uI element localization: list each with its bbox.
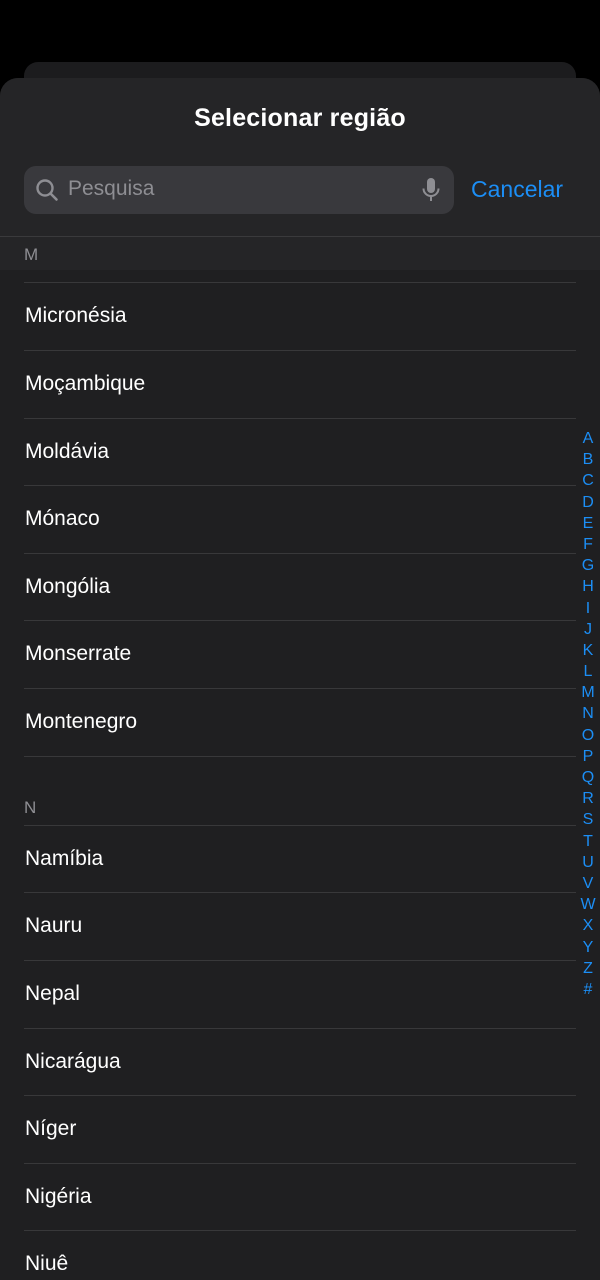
list-item-label: Niuê bbox=[25, 1252, 69, 1275]
index-letter-m[interactable]: M bbox=[576, 682, 600, 703]
search-icon bbox=[36, 179, 58, 201]
list-item-label: Nicarágua bbox=[25, 1050, 121, 1073]
index-letter-z[interactable]: Z bbox=[576, 958, 600, 979]
index-letter-hash[interactable]: # bbox=[576, 979, 600, 1000]
list-item[interactable]: Monserrate bbox=[24, 620, 576, 687]
index-letter-r[interactable]: R bbox=[576, 788, 600, 809]
index-letter-h[interactable]: H bbox=[576, 576, 600, 597]
sheet-header: Selecionar região Pesquisa Cancelar M bbox=[0, 78, 600, 270]
list-item[interactable]: Mongólia bbox=[24, 553, 576, 620]
index-letter-s[interactable]: S bbox=[576, 809, 600, 830]
index-letter-y[interactable]: Y bbox=[576, 937, 600, 958]
index-letter-w[interactable]: W bbox=[576, 894, 600, 915]
index-letter-o[interactable]: O bbox=[576, 725, 600, 746]
search-input[interactable]: Pesquisa bbox=[24, 166, 454, 214]
header-divider bbox=[0, 236, 600, 237]
index-letter-x[interactable]: X bbox=[576, 915, 600, 936]
list-item-label: Mongólia bbox=[25, 575, 111, 598]
index-letter-e[interactable]: E bbox=[576, 513, 600, 534]
list-item-label: Moçambique bbox=[25, 372, 146, 395]
list-item[interactable]: Nicarágua bbox=[24, 1028, 576, 1095]
section-index[interactable]: A B C D E F G H I J K L M N O P Q R S T … bbox=[576, 428, 600, 1000]
index-letter-l[interactable]: L bbox=[576, 661, 600, 682]
index-letter-a[interactable]: A bbox=[576, 428, 600, 449]
list-item[interactable]: Montenegro bbox=[24, 688, 576, 755]
index-letter-v[interactable]: V bbox=[576, 873, 600, 894]
section-header-n: N bbox=[24, 798, 37, 817]
index-letter-k[interactable]: K bbox=[576, 640, 600, 661]
list-item[interactable]: Moçambique bbox=[24, 350, 576, 417]
index-letter-c[interactable]: C bbox=[576, 470, 600, 491]
list-item[interactable]: Mónaco bbox=[24, 485, 576, 552]
list-item[interactable]: Nepal bbox=[24, 960, 576, 1027]
list-item[interactable]: Níger bbox=[24, 1095, 576, 1162]
list-item-label: Níger bbox=[25, 1117, 77, 1140]
index-letter-u[interactable]: U bbox=[576, 852, 600, 873]
list-item-label: Monserrate bbox=[25, 642, 132, 665]
index-letter-b[interactable]: B bbox=[576, 449, 600, 470]
section-end-divider bbox=[24, 756, 576, 826]
index-letter-g[interactable]: G bbox=[576, 555, 600, 576]
index-letter-n[interactable]: N bbox=[576, 703, 600, 724]
index-letter-j[interactable]: J bbox=[576, 619, 600, 640]
index-letter-i[interactable]: I bbox=[576, 598, 600, 619]
list-item-label: Nigéria bbox=[25, 1185, 92, 1208]
index-letter-q[interactable]: Q bbox=[576, 767, 600, 788]
list-item-label: Moldávia bbox=[25, 440, 110, 463]
index-letter-p[interactable]: P bbox=[576, 746, 600, 767]
list-item[interactable]: Namíbia bbox=[24, 825, 576, 892]
index-letter-t[interactable]: T bbox=[576, 831, 600, 852]
list-item[interactable]: Nigéria bbox=[24, 1163, 576, 1230]
list-item-label: Mónaco bbox=[25, 507, 100, 530]
list-item[interactable]: Moldávia bbox=[24, 418, 576, 485]
list-item[interactable]: Niuê bbox=[24, 1230, 576, 1280]
list-item-label: Montenegro bbox=[25, 710, 138, 733]
index-letter-d[interactable]: D bbox=[576, 492, 600, 513]
list-item-label: Micronésia bbox=[25, 304, 127, 327]
index-letter-f[interactable]: F bbox=[576, 534, 600, 555]
microphone-icon[interactable] bbox=[420, 177, 442, 203]
list-item-label: Nepal bbox=[25, 982, 80, 1005]
list-item-label: Nauru bbox=[25, 914, 83, 937]
list-item[interactable]: Micronésia bbox=[24, 282, 576, 349]
page-title: Selecionar região bbox=[194, 104, 406, 132]
search-placeholder: Pesquisa bbox=[68, 177, 155, 200]
region-picker-sheet: Selecionar região Pesquisa Cancelar M Mi… bbox=[0, 78, 600, 1280]
list-item[interactable]: Nauru bbox=[24, 892, 576, 959]
cancel-button[interactable]: Cancelar bbox=[471, 176, 563, 203]
section-header-m: M bbox=[24, 245, 39, 264]
list-item-label: Namíbia bbox=[25, 847, 104, 870]
